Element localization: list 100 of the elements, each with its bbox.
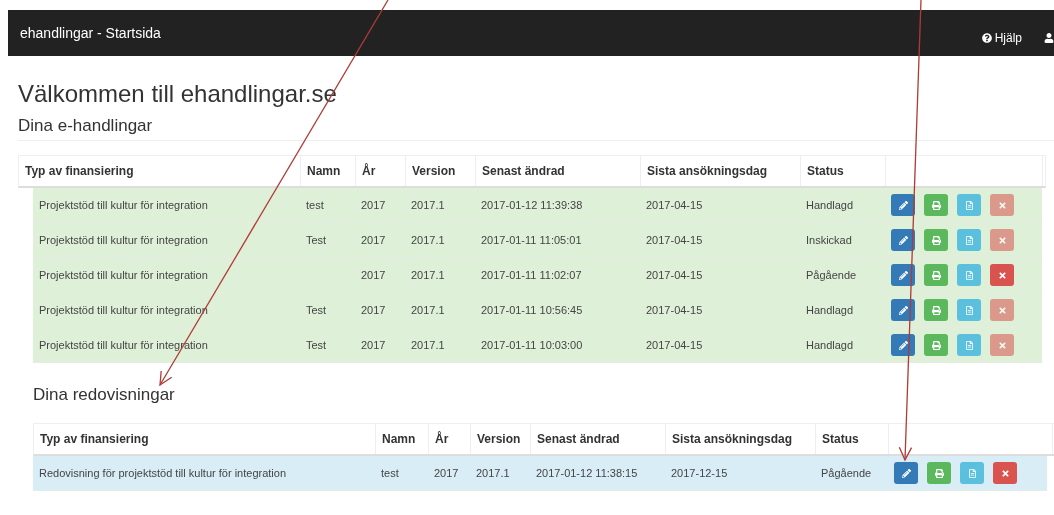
column-header: År	[429, 424, 471, 454]
document-icon	[964, 340, 974, 350]
help-link[interactable]: Hjälp	[981, 31, 1022, 45]
table-cell-text: Projektstöd till kultur för integration	[38, 199, 209, 211]
close-icon	[997, 305, 1007, 315]
table-cell-text: 2017.1	[410, 304, 446, 316]
table-cell-text: 2017-01-11 11:05:01	[480, 234, 583, 246]
column-header: Status	[816, 424, 889, 454]
table-cell-text: Pågående	[805, 269, 858, 281]
table-cell-text: 2017.1	[475, 467, 511, 479]
column-header: Sista ansökningsdag	[666, 424, 816, 454]
document-button[interactable]	[957, 194, 981, 216]
delete-button[interactable]	[990, 264, 1014, 286]
pencil-icon	[898, 305, 908, 315]
document-button[interactable]	[957, 334, 981, 356]
pencil-icon	[898, 340, 908, 350]
printer-icon	[931, 340, 941, 350]
print-button[interactable]	[924, 334, 948, 356]
pencil-icon	[898, 235, 908, 245]
table-cell-text: 2017.1	[410, 339, 446, 351]
print-button[interactable]	[924, 299, 948, 321]
document-icon	[964, 305, 974, 315]
table-cell-text: 2017-12-15	[670, 467, 729, 479]
table-cell-text: Test	[305, 234, 328, 246]
document-button[interactable]	[957, 229, 981, 251]
table-cell-text: 2017	[433, 467, 460, 479]
table-cell-text: Projektstöd till kultur för integration	[38, 269, 209, 281]
edit-button[interactable]	[891, 334, 915, 356]
printer-icon	[931, 200, 941, 210]
table-cell-text: 2017.1	[410, 199, 446, 211]
edit-button[interactable]	[891, 264, 915, 286]
table-cell-text: 2017-01-11 10:56:45	[480, 304, 584, 316]
document-button[interactable]	[957, 264, 981, 286]
column-header: Senast ändrad	[531, 424, 666, 454]
brand-title: ehandlingar - Startsida	[20, 25, 161, 41]
close-icon	[997, 200, 1007, 210]
table-cell-text: Test	[305, 339, 328, 351]
table-cell-text: 2017-04-15	[645, 234, 704, 246]
document-button[interactable]	[957, 299, 981, 321]
pencil-icon	[898, 270, 908, 280]
table-cell-text: Handlagd	[805, 199, 855, 211]
print-button[interactable]	[924, 229, 948, 251]
table-cell-text: 2017-04-15	[645, 199, 704, 211]
table-cell-text: 2017-04-15	[645, 339, 704, 351]
table-cell-text: test	[305, 199, 325, 211]
help-icon	[981, 33, 992, 43]
column-header: Namn	[376, 424, 429, 454]
table-cell-text: 2017-01-12 11:38:15	[535, 467, 639, 479]
section-heading: Dina redovisningar	[33, 385, 176, 406]
pencil-icon	[898, 200, 908, 210]
table-cell-text: 2017-01-11 11:02:07	[480, 269, 583, 281]
print-button[interactable]	[924, 264, 948, 286]
close-icon	[997, 235, 1007, 245]
table-cell-text: 2017.1	[410, 234, 446, 246]
column-header: Version	[406, 156, 476, 186]
edit-button[interactable]	[891, 194, 915, 216]
column-header: Version	[471, 424, 531, 454]
table-cell-text: Projektstöd till kultur för integration	[38, 234, 209, 246]
column-header: Status	[801, 156, 886, 186]
table-cell-text: 2017-01-12 11:39:38	[480, 199, 584, 211]
edit-button[interactable]	[894, 462, 918, 484]
delete-button[interactable]	[993, 462, 1017, 484]
column-header: Typ av finansiering	[34, 424, 376, 454]
table-cell-text: test	[380, 467, 400, 479]
close-icon	[997, 340, 1007, 350]
table-cell-text: Pågående	[820, 467, 873, 479]
column-header: Sista ansökningsdag	[641, 156, 801, 186]
document-icon	[964, 235, 974, 245]
printer-icon	[931, 305, 941, 315]
table-cell-text: Handlagd	[805, 304, 855, 316]
pencil-icon	[901, 468, 911, 478]
edit-button[interactable]	[891, 229, 915, 251]
column-header: År	[356, 156, 406, 186]
document-button[interactable]	[960, 462, 984, 484]
table-cell-text: 2017	[360, 234, 387, 246]
table-cell-text: Inskickad	[805, 234, 853, 246]
column-header: Namn	[301, 156, 356, 186]
table-cell-text: Handlagd	[805, 339, 855, 351]
print-button[interactable]	[924, 194, 948, 216]
column-header: Senast ändrad	[476, 156, 641, 186]
table-cell-text: 2017-04-15	[645, 304, 704, 316]
print-button[interactable]	[927, 462, 951, 484]
user-icon[interactable]	[1044, 33, 1054, 43]
section-heading: Dina e-handlingar	[18, 116, 1054, 141]
table-cell-text: 2017	[360, 199, 387, 211]
printer-icon	[931, 235, 941, 245]
table-cell-text: 2017-04-15	[645, 269, 704, 281]
table-cell-text: 2017	[360, 304, 387, 316]
table-cell-text: Redovisning för projektstöd till kultur för integration	[38, 467, 287, 479]
table-cell-text: 2017	[360, 339, 387, 351]
document-icon	[964, 270, 974, 280]
close-icon	[1000, 468, 1010, 478]
table-cell-text: 2017	[360, 269, 387, 281]
column-header: Typ av finansiering	[19, 156, 301, 186]
document-icon	[967, 468, 977, 478]
edit-button[interactable]	[891, 299, 915, 321]
table-cell-text: 2017.1	[410, 269, 446, 281]
table-cell-text: Test	[305, 304, 328, 316]
printer-icon	[931, 270, 941, 280]
close-icon	[997, 270, 1007, 280]
